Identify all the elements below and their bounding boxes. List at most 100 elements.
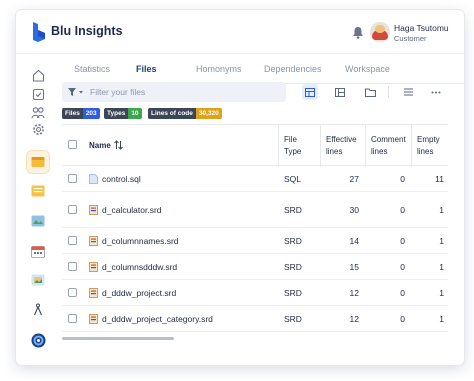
app-codebase-icon[interactable] (27, 151, 49, 173)
row-checkbox[interactable] (68, 205, 77, 214)
file-name[interactable]: control.sql (102, 174, 141, 184)
app-map-icon[interactable] (27, 210, 49, 232)
scrollbar-thumb[interactable] (62, 337, 174, 340)
comment-lines: 0 (400, 174, 405, 184)
column-name-header[interactable]: Name (89, 140, 111, 152)
column-empty-header-line1[interactable]: Empty (417, 134, 440, 146)
file-name[interactable]: d_columnnames.srd (102, 236, 179, 246)
home-icon[interactable] (30, 67, 46, 83)
app-calendar-icon[interactable] (27, 240, 49, 262)
row-checkbox[interactable] (68, 236, 77, 245)
srd-file-icon (89, 262, 98, 272)
empty-lines: 1 (439, 205, 444, 215)
toolbar-divider (388, 86, 389, 98)
empty-lines: 1 (439, 262, 444, 272)
lines-of-code-badge: Lines of code 30,320 (148, 108, 222, 119)
column-comment-header-line2[interactable]: lines (371, 146, 387, 158)
effective-lines: 12 (349, 314, 359, 324)
more-options-button[interactable] (428, 84, 444, 100)
empty-lines: 1 (439, 288, 444, 298)
tab-dependencies[interactable]: Dependencies (264, 64, 322, 74)
checklist-icon[interactable] (30, 86, 46, 102)
table-row[interactable]: d_dddw_project.srd SRD 12 0 1 (62, 280, 448, 306)
tab-workspace[interactable]: Workspace (345, 64, 390, 74)
table-row[interactable]: control.sql SQL 27 0 11 (62, 166, 448, 192)
file-type: SRD (284, 205, 302, 215)
column-divider (411, 125, 412, 167)
srd-file-icon (89, 205, 98, 215)
tab-files[interactable]: Files (136, 64, 157, 74)
app-blu-age-icon[interactable] (27, 329, 49, 351)
app-transformation-icon[interactable] (27, 180, 49, 202)
row-checkbox[interactable] (68, 262, 77, 271)
file-type: SRD (284, 288, 302, 298)
srd-file-icon (89, 236, 98, 246)
badge-label: Files (62, 108, 83, 119)
effective-lines: 30 (349, 205, 359, 215)
folder-view-button[interactable] (362, 84, 378, 100)
empty-lines: 11 (435, 174, 444, 184)
sql-file-icon (89, 174, 98, 184)
column-divider (365, 125, 366, 167)
column-divider (278, 125, 279, 167)
app-title: Blu Insights (51, 24, 123, 38)
tab-statistics[interactable]: Statistics (74, 64, 110, 74)
badge-label: Types (104, 108, 129, 119)
column-file-type-header-line1[interactable]: File (284, 134, 297, 146)
badge-value: 30,320 (195, 108, 222, 119)
column-comment-header-line1[interactable]: Comment (371, 134, 406, 146)
tab-homonyms[interactable]: Homonyms (196, 64, 242, 74)
users-icon[interactable] (30, 104, 46, 120)
comment-lines: 0 (400, 262, 405, 272)
row-checkbox[interactable] (68, 314, 77, 323)
tab-bar: Statistics Files Homonyms Dependencies W… (66, 54, 464, 84)
file-name[interactable]: d_dddw_project_category.srd (102, 314, 213, 324)
column-effective-header-line1[interactable]: Effective (326, 134, 357, 146)
table-row[interactable]: d_columnnames.srd SRD 14 0 1 (62, 228, 448, 254)
horizontal-scrollbar[interactable] (62, 337, 448, 341)
app-window: Blu Insights Haga Tsutomu Customer Stati… (16, 10, 464, 365)
comment-lines: 0 (400, 288, 405, 298)
bell-icon[interactable] (352, 26, 364, 39)
effective-lines: 12 (349, 288, 359, 298)
filter-search-box[interactable] (62, 82, 286, 102)
app-gallery-icon[interactable] (27, 269, 49, 291)
list-icon (403, 88, 413, 96)
filter-icon[interactable] (68, 87, 86, 97)
select-all-checkbox[interactable] (68, 140, 77, 149)
user-name[interactable]: Haga Tsutomu (394, 23, 449, 33)
table-row[interactable]: d_calculator.srd SRD 30 0 1 (62, 192, 448, 228)
column-divider (320, 125, 321, 167)
table-view-button[interactable] (302, 84, 318, 100)
file-type: SRD (284, 262, 302, 272)
column-file-type-header-line2[interactable]: Type (284, 146, 301, 158)
table-row[interactable]: d_dddw_project_category.srd SRD 12 0 1 (62, 306, 448, 332)
row-checkbox[interactable] (68, 174, 77, 183)
column-empty-header-line2[interactable]: lines (417, 146, 433, 158)
badge-value: 203 (82, 108, 100, 119)
app-header: Blu Insights Haga Tsutomu Customer (16, 10, 464, 54)
empty-lines: 1 (439, 236, 444, 246)
effective-lines: 27 (349, 174, 359, 184)
list-menu-button[interactable] (400, 84, 416, 100)
table-header: Name File Type Effective lines Comment l… (62, 124, 448, 167)
comment-lines: 0 (400, 205, 405, 215)
file-type: SQL (284, 174, 302, 184)
srd-file-icon (89, 314, 98, 324)
app-compass-icon[interactable] (27, 298, 49, 320)
table-row[interactable]: d_columnsdddw.srd SRD 15 0 1 (62, 254, 448, 280)
comment-lines: 0 (400, 236, 405, 246)
filter-files-input[interactable] (90, 84, 280, 100)
tree-view-button[interactable] (332, 84, 348, 100)
row-checkbox[interactable] (68, 288, 77, 297)
tree-view-icon (335, 87, 345, 97)
settings-gear-icon[interactable] (30, 121, 46, 137)
more-dots-icon (431, 91, 441, 93)
sort-icon[interactable] (114, 140, 123, 150)
files-count-badge: Files 203 (62, 108, 100, 119)
file-name[interactable]: d_columnsdddw.srd (102, 262, 177, 272)
file-name[interactable]: d_calculator.srd (102, 205, 162, 215)
file-name[interactable]: d_dddw_project.srd (102, 288, 176, 298)
column-effective-header-line2[interactable]: lines (326, 146, 342, 158)
avatar[interactable] (370, 22, 390, 42)
